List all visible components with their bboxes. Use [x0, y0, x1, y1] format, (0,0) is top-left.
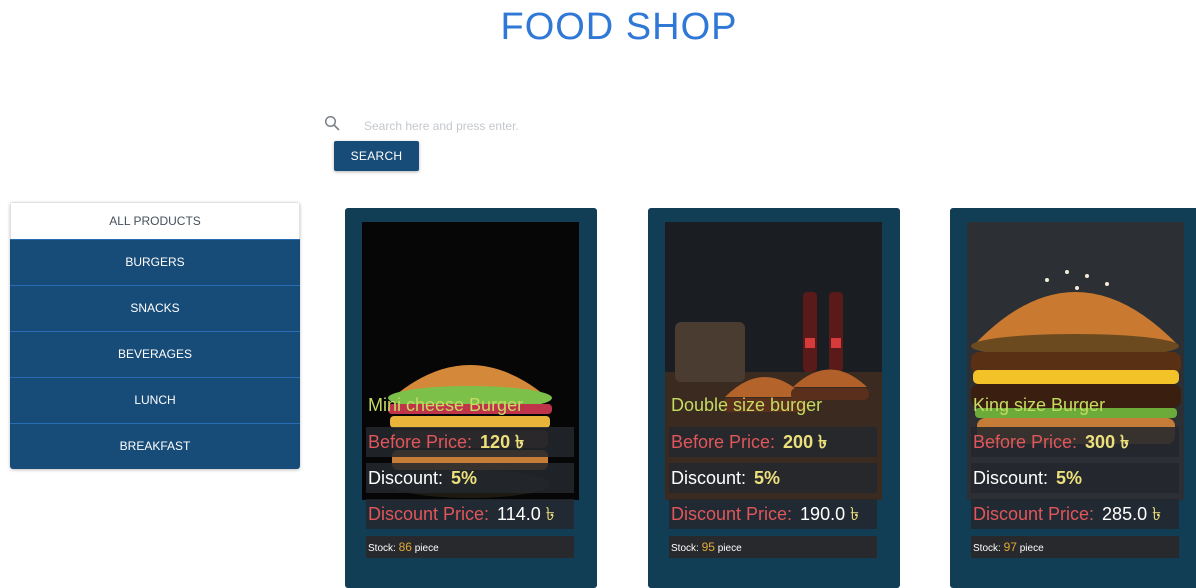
discount-price-label: Discount Price: — [973, 504, 1095, 524]
stock-count: 97 — [1003, 540, 1017, 554]
discount-price-row: Discount Price: 285.0 ৳ — [971, 499, 1179, 529]
page-title: FOOD SHOP — [500, 6, 738, 48]
product-card[interactable]: Double size burger Before Price: 200 ৳ Di… — [648, 208, 900, 588]
discount-price-label: Discount Price: — [368, 504, 490, 524]
sidebar-item-lunch[interactable]: LUNCH — [10, 377, 300, 423]
currency-symbol: ৳ — [545, 504, 555, 524]
stock-label: Stock: — [368, 543, 396, 554]
discount-price-value: 285.0 — [1102, 504, 1148, 524]
discount-label: Discount: — [368, 468, 444, 488]
product-name: Double size burger — [671, 395, 823, 415]
stock-count: 86 — [398, 540, 412, 554]
before-price-value: 300 — [1085, 432, 1116, 452]
discount-row: Discount: 5% — [669, 463, 877, 493]
product-card[interactable]: King size Burger Before Price: 300 ৳ Disc… — [950, 208, 1196, 588]
sidebar-item-breakfast[interactable]: BREAKFAST — [10, 423, 300, 469]
before-price-row: Before Price: 300 ৳ — [971, 427, 1179, 457]
discount-value: 5% — [451, 468, 478, 488]
product-name: Mini cheese Burger — [368, 395, 524, 415]
currency-symbol: ৳ — [1152, 504, 1162, 524]
discount-value: 5% — [1056, 468, 1083, 488]
discount-price-value: 190.0 — [800, 504, 846, 524]
sidebar-item-beverages[interactable]: BEVERAGES — [10, 331, 300, 377]
currency-symbol: ৳ — [818, 432, 828, 452]
discount-price-label: Discount Price: — [671, 504, 793, 524]
search-button[interactable]: SEARCH — [334, 141, 419, 171]
stock-count: 95 — [701, 540, 715, 554]
before-price-label: Before Price: — [671, 432, 776, 452]
stock-row: Stock: 95 piece — [669, 536, 877, 558]
discount-label: Discount: — [671, 468, 747, 488]
sidebar-item-snacks[interactable]: SNACKS — [10, 285, 300, 331]
stock-label: Stock: — [973, 543, 1001, 554]
discount-value: 5% — [754, 468, 781, 488]
currency-symbol: ৳ — [850, 504, 860, 524]
discount-label: Discount: — [973, 468, 1049, 488]
before-price-value: 200 — [783, 432, 814, 452]
currency-symbol: ৳ — [1120, 432, 1130, 452]
stock-unit: piece — [717, 543, 742, 554]
product-image — [665, 222, 882, 500]
product-card[interactable]: Mini cheese Burger Before Price: 120 ৳ Di… — [345, 208, 597, 588]
before-price-label: Before Price: — [368, 432, 473, 452]
discount-row: Discount: 5% — [366, 463, 574, 493]
discount-price-row: Discount Price: 114.0 ৳ — [366, 499, 574, 529]
sidebar-item-burgers[interactable]: BURGERS — [10, 239, 300, 285]
search-icon — [324, 115, 340, 131]
category-sidebar: ALL PRODUCTS BURGERS SNACKS BEVERAGES LU… — [10, 202, 300, 469]
before-price-value: 120 — [480, 432, 511, 452]
stock-unit: piece — [1019, 543, 1044, 554]
before-price-label: Before Price: — [973, 432, 1078, 452]
before-price-row: Before Price: 200 ৳ — [669, 427, 877, 457]
product-image — [362, 222, 579, 500]
stock-label: Stock: — [671, 543, 699, 554]
discount-price-row: Discount Price: 190.0 ৳ — [669, 499, 877, 529]
discount-row: Discount: 5% — [971, 463, 1179, 493]
sidebar-item-all-products[interactable]: ALL PRODUCTS — [10, 202, 300, 239]
currency-symbol: ৳ — [515, 432, 525, 452]
search-input[interactable] — [362, 114, 726, 138]
stock-row: Stock: 86 piece — [366, 536, 574, 558]
before-price-row: Before Price: 120 ৳ — [366, 427, 574, 457]
discount-price-value: 114.0 — [497, 504, 541, 524]
product-name: King size Burger — [973, 395, 1106, 415]
stock-unit: piece — [414, 543, 439, 554]
stock-row: Stock: 97 piece — [971, 536, 1179, 558]
product-image — [967, 222, 1184, 500]
